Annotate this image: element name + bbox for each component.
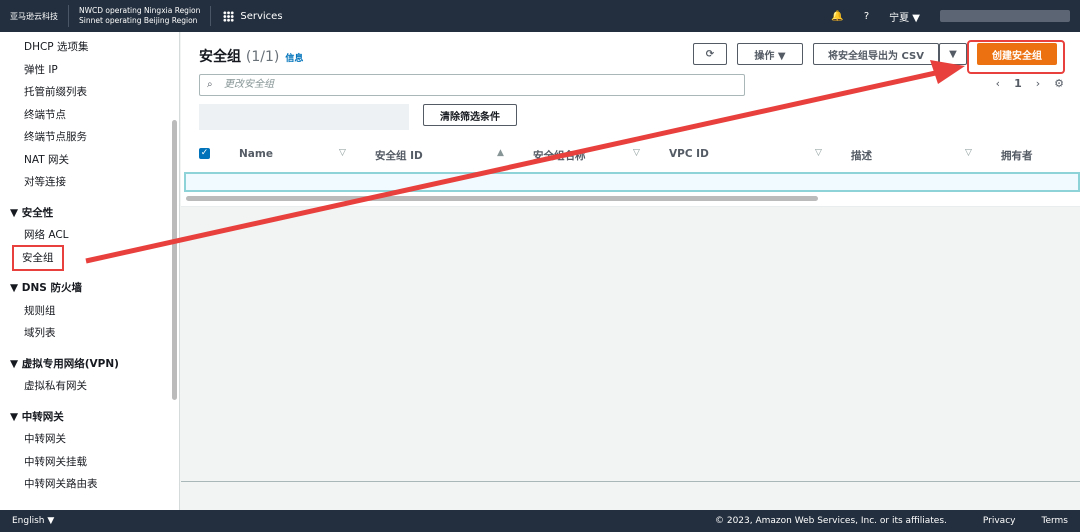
region-line2: Sinnet operating Beijing Region	[79, 16, 198, 25]
prev-page[interactable]: ‹	[996, 77, 1000, 90]
services-label: Services	[240, 10, 283, 22]
sidebar-item[interactable]: 规则组	[0, 300, 179, 323]
language-select[interactable]: English ▼	[12, 516, 54, 526]
sidebar-item[interactable]: 终端节点	[0, 104, 179, 127]
title-text: 安全组	[199, 49, 241, 65]
sidebar-item[interactable]: 对等连接	[0, 171, 179, 194]
top-nav: 亚马逊云科技 NWCD operating Ningxia Region Sinn…	[0, 0, 1080, 32]
refresh-button[interactable]: ⟳	[693, 43, 727, 65]
sidebar-section[interactable]: ▼ 中转网关	[0, 406, 179, 429]
sidebar-section[interactable]: ▼ 虚拟专用网络(VPN)	[0, 353, 179, 376]
sidebar-item[interactable]: DHCP 选项集	[0, 36, 179, 59]
account-menu[interactable]	[940, 10, 1070, 22]
page-number[interactable]: 1	[1014, 77, 1022, 90]
column-header[interactable]: Name	[239, 148, 273, 160]
privacy-link[interactable]: Privacy	[983, 516, 1016, 526]
sidebar-section[interactable]: ▼ DNS 防火墙	[0, 277, 179, 300]
region-info: NWCD operating Ningxia Region Sinnet oper…	[69, 6, 212, 26]
sidebar-item[interactable]: 域列表	[0, 322, 179, 345]
sidebar-item[interactable]: 终端节点服务	[0, 126, 179, 149]
sidebar-item[interactable]: 网络 ACL	[0, 224, 179, 247]
sidebar: DHCP 选项集 弹性 IP 托管前缀列表 终端节点 终端节点服务 NAT 网关 对等连接 ▼…	[0, 32, 180, 510]
search-icon: ⌕	[207, 79, 213, 90]
region-select[interactable]: 宁夏 ▼	[889, 9, 920, 24]
sidebar-item[interactable]: 弹性 IP	[0, 59, 179, 82]
sidebar-section[interactable]: ▼ 安全性	[0, 202, 179, 225]
actions-button[interactable]: 操作 ▼	[737, 43, 803, 65]
grid-icon	[223, 10, 235, 22]
next-page[interactable]: ›	[1036, 77, 1040, 90]
bell-icon[interactable]: 🔔	[831, 11, 843, 22]
select-all-checkbox[interactable]: ✓	[199, 148, 210, 159]
column-header[interactable]: 安全组名称	[533, 148, 586, 163]
copyright: © 2023, Amazon Web Services, Inc. or its…	[714, 516, 947, 526]
column-header[interactable]: 描述	[851, 148, 872, 163]
sort-icon[interactable]: ▽	[815, 148, 822, 158]
export-dropdown-button[interactable]: ▼	[939, 43, 967, 65]
sort-icon[interactable]: ▽	[339, 148, 346, 158]
footer: English ▼ © 2023, Amazon Web Services, I…	[0, 510, 1080, 532]
column-header[interactable]: VPC ID	[669, 148, 709, 160]
sort-icon[interactable]: ▽	[633, 148, 640, 158]
sidebar-item[interactable]: 虚拟私有网关	[0, 375, 179, 398]
sidebar-scrollbar[interactable]	[172, 120, 177, 400]
highlight-box	[967, 40, 1065, 74]
clear-filters-button[interactable]: 清除筛选条件	[423, 104, 517, 126]
search-input[interactable]: ⌕ 更改安全组	[199, 74, 745, 96]
search-placeholder: 更改安全组	[224, 79, 274, 90]
table-row[interactable]	[184, 172, 1080, 192]
sidebar-item[interactable]: NAT 网关	[0, 149, 179, 172]
pagination: ‹ 1 › ⚙	[996, 77, 1064, 90]
info-link[interactable]: 信息	[285, 54, 303, 64]
sidebar-item[interactable]: 中转网关	[0, 428, 179, 451]
filter-token[interactable]	[199, 104, 409, 130]
services-menu[interactable]: Services	[211, 10, 283, 22]
sidebar-item[interactable]: 中转网关路由表	[0, 473, 179, 496]
column-header[interactable]: 安全组 ID	[375, 148, 423, 163]
help-icon[interactable]: ?	[864, 11, 869, 22]
region-line1: NWCD operating Ningxia Region	[79, 6, 201, 15]
count: (1/1)	[245, 49, 280, 65]
terms-link[interactable]: Terms	[1041, 516, 1068, 526]
horizontal-scrollbar[interactable]	[186, 196, 818, 201]
security-groups-panel: 安全组 (1/1) 信息 ⟳ 操作 ▼ 将安全组导出为 CSV ▼ 创建安全组 ⌕…	[181, 32, 1080, 207]
sidebar-item[interactable]: 托管前缀列表	[0, 81, 179, 104]
page-title: 安全组 (1/1) 信息	[199, 46, 303, 66]
sidebar-item-security-groups[interactable]: 安全组	[12, 244, 64, 271]
sort-icon[interactable]: ▽	[965, 148, 972, 158]
split-panel-bar[interactable]	[181, 481, 1080, 510]
sort-icon[interactable]: ▲	[497, 148, 504, 158]
settings-icon[interactable]: ⚙	[1054, 77, 1064, 90]
logo[interactable]: 亚马逊云科技	[0, 5, 69, 27]
column-header[interactable]: 拥有者	[1001, 148, 1033, 163]
export-csv-button[interactable]: 将安全组导出为 CSV	[813, 43, 939, 65]
sidebar-item[interactable]: 中转网关挂载	[0, 451, 179, 474]
